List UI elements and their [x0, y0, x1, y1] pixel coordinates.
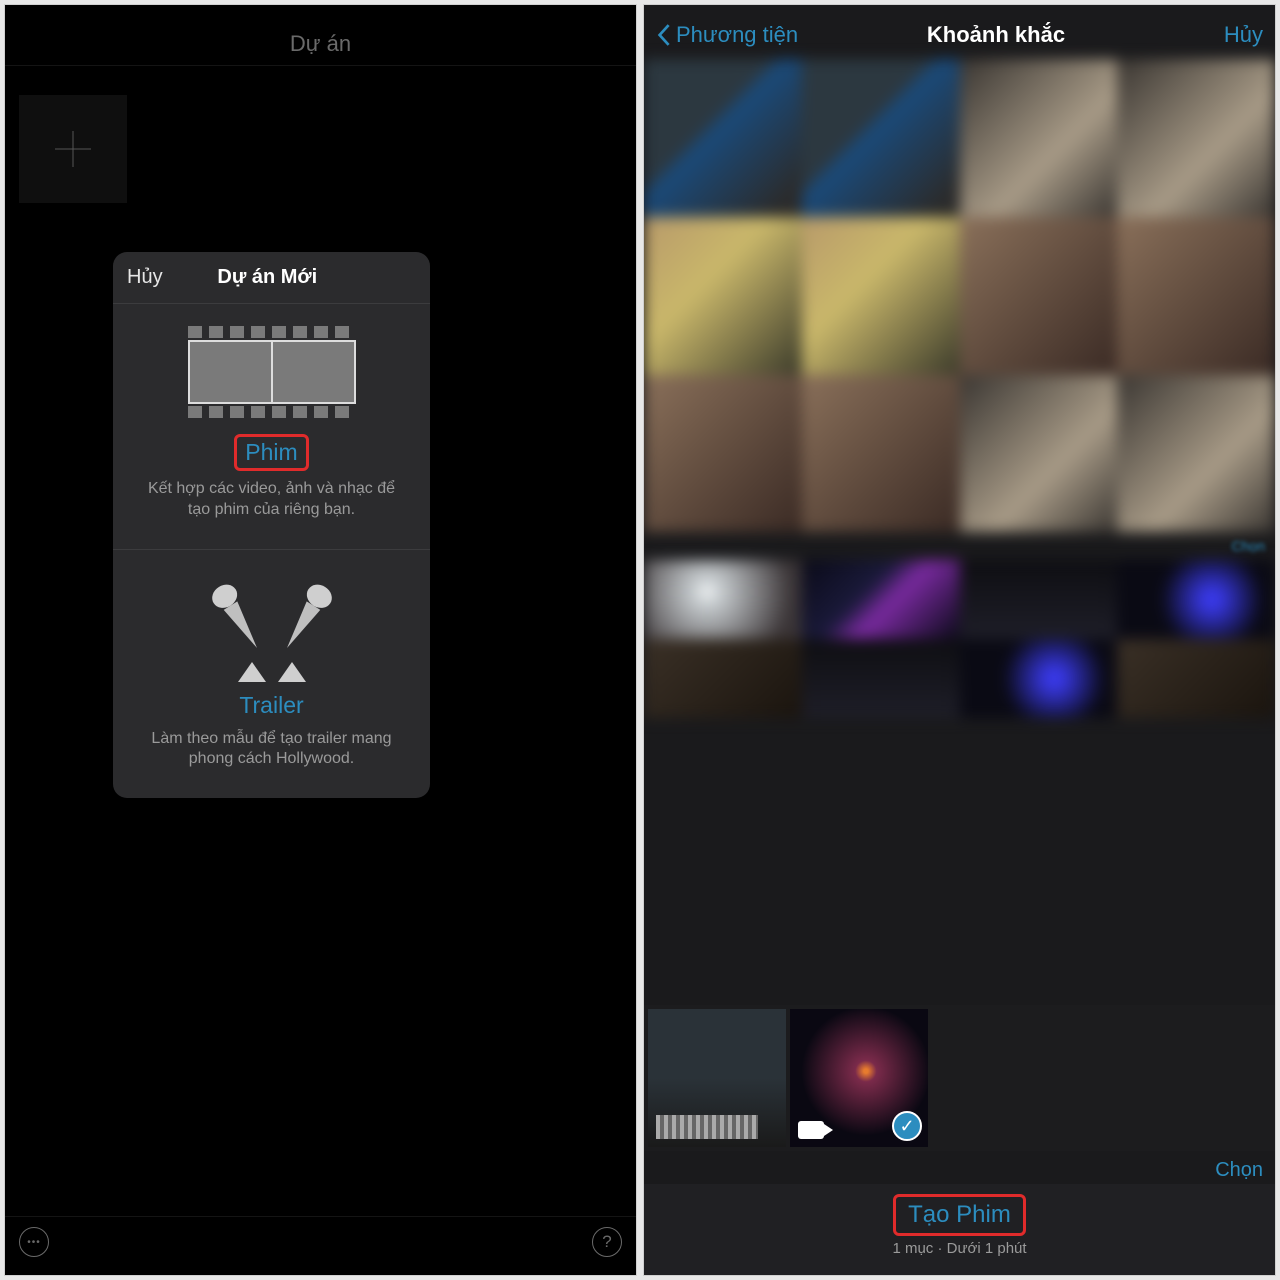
- video-icon: [798, 1121, 824, 1139]
- thumb[interactable]: [1117, 217, 1275, 375]
- selected-check-icon: ✓: [892, 1111, 922, 1141]
- select-toggle[interactable]: Chọn: [644, 1151, 1275, 1184]
- plus-icon: [49, 125, 97, 173]
- more-options-icon[interactable]: [19, 1227, 49, 1257]
- phone-right-media-picker: Phương tiện Khoảnh khắc Hủy Chọn: [643, 4, 1276, 1276]
- bottom-toolbar: ?: [5, 1216, 636, 1265]
- movie-description: Kết hợp các video, ảnh và nhạc để tạo ph…: [133, 479, 410, 521]
- selected-strip: ✓: [644, 1005, 1275, 1151]
- trailer-label: Trailer: [231, 690, 311, 721]
- thumb-grid-2: [644, 560, 1275, 718]
- thumb[interactable]: [644, 560, 802, 639]
- movie-option[interactable]: Phim Kết hợp các video, ảnh và nhạc để t…: [113, 303, 430, 549]
- create-movie-button[interactable]: Tạo Phim: [893, 1194, 1026, 1236]
- thumb[interactable]: [644, 217, 802, 375]
- sheet-title: Dự án Mới: [119, 266, 416, 289]
- thumb-grid-1: [644, 59, 1275, 532]
- thumb[interactable]: [960, 59, 1118, 217]
- thumb[interactable]: [802, 560, 960, 639]
- thumb[interactable]: [644, 639, 802, 718]
- trailer-option[interactable]: Trailer Làm theo mẫu để tạo trailer mang…: [113, 549, 430, 799]
- new-project-sheet: Hủy Dự án Mới Phim Kết hợp các video, ản…: [113, 252, 430, 798]
- section-date: Chọn: [644, 532, 1275, 560]
- create-bar: Tạo Phim 1 mục · Dưới 1 phút: [644, 1184, 1275, 1275]
- thumb[interactable]: [802, 217, 960, 375]
- trailer-description: Làm theo mẫu để tạo trailer mang phong c…: [133, 729, 410, 771]
- new-project-tile[interactable]: [19, 95, 127, 203]
- thumb[interactable]: [1117, 375, 1275, 533]
- thumb[interactable]: [1117, 639, 1275, 718]
- thumb[interactable]: [960, 560, 1118, 639]
- media-grid: Chọn: [644, 59, 1275, 1005]
- thumb[interactable]: [960, 375, 1118, 533]
- thumb[interactable]: [802, 59, 960, 217]
- thumb[interactable]: [1117, 59, 1275, 217]
- sheet-header: Hủy Dự án Mới: [113, 252, 430, 303]
- thumb[interactable]: [960, 639, 1118, 718]
- thumb[interactable]: [1117, 560, 1275, 639]
- selected-thumb[interactable]: ✓: [790, 1009, 928, 1147]
- movie-label: Phim: [234, 434, 308, 471]
- nav-cancel-button[interactable]: Hủy: [1224, 22, 1263, 48]
- film-reel-icon: [188, 326, 356, 418]
- selected-thumb[interactable]: [648, 1009, 786, 1147]
- spotlights-icon: [212, 572, 332, 682]
- phone-left-projects: Dự án Hủy Dự án Mới Phim Kết hợp các vid…: [4, 4, 637, 1276]
- help-icon[interactable]: ?: [592, 1227, 622, 1257]
- nav-title: Khoảnh khắc: [768, 22, 1224, 48]
- create-subtitle: 1 mục · Dưới 1 phút: [644, 1240, 1275, 1257]
- thumb[interactable]: [802, 375, 960, 533]
- nav-bar: Phương tiện Khoảnh khắc Hủy: [644, 5, 1275, 59]
- thumb[interactable]: [802, 639, 960, 718]
- thumb[interactable]: [644, 375, 802, 533]
- thumb[interactable]: [960, 217, 1118, 375]
- thumb[interactable]: [644, 59, 802, 217]
- page-title: Dự án: [5, 5, 636, 66]
- chevron-left-icon: [656, 21, 674, 49]
